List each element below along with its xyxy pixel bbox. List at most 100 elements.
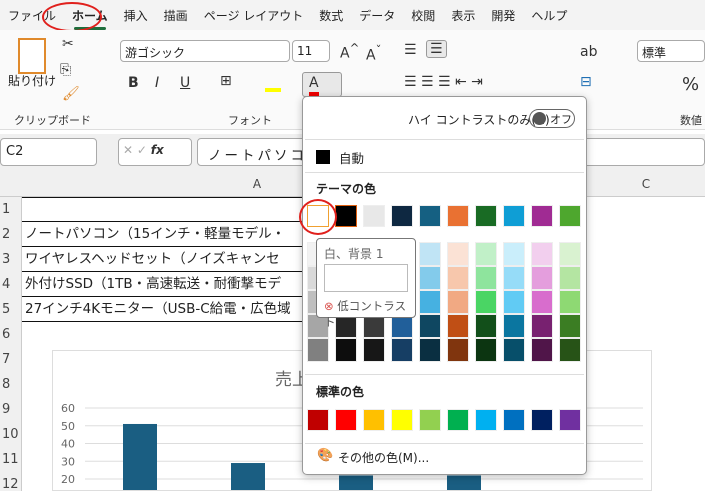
tab-3[interactable]: 描画 [156, 7, 196, 24]
theme-shade-swatch[interactable] [559, 338, 581, 362]
theme-shade-swatch[interactable] [419, 314, 441, 338]
decrease-font-icon[interactable]: Aˇ [366, 43, 381, 64]
row-header[interactable]: 11 [0, 447, 22, 472]
standard-color-swatch[interactable] [559, 409, 581, 431]
align-middle-icon[interactable]: ☰ [426, 40, 447, 58]
fill-color-icon[interactable] [265, 74, 281, 92]
standard-color-swatch[interactable] [307, 409, 329, 431]
auto-color-swatch[interactable] [316, 150, 330, 164]
row-header[interactable]: 10 [0, 422, 22, 447]
borders-icon[interactable]: ⊞ [220, 73, 232, 89]
row-header[interactable]: 8 [0, 372, 22, 397]
more-colors-option[interactable]: その他の色(M)... [338, 449, 429, 466]
theme-shade-swatch[interactable] [531, 314, 553, 338]
tab-7[interactable]: 校閲 [403, 7, 443, 24]
row-header[interactable]: 6 [0, 322, 22, 347]
standard-color-swatch[interactable] [335, 409, 357, 431]
tab-2[interactable]: 挿入 [116, 7, 156, 24]
row-header[interactable]: 4 [0, 272, 22, 297]
theme-shade-swatch[interactable] [503, 314, 525, 338]
theme-shade-swatch[interactable] [419, 290, 441, 314]
row-header[interactable]: 3 [0, 247, 22, 272]
align-top-icon[interactable]: ☰ [404, 42, 417, 58]
theme-shade-swatch[interactable] [447, 290, 469, 314]
bar[interactable] [447, 475, 481, 490]
number-format-select[interactable]: 標準 [637, 40, 705, 62]
theme-shade-swatch[interactable] [391, 338, 413, 362]
theme-shade-swatch[interactable] [475, 338, 497, 362]
theme-color-swatch[interactable] [447, 205, 469, 227]
theme-shade-swatch[interactable] [307, 338, 329, 362]
theme-shade-swatch[interactable] [503, 242, 525, 266]
theme-shade-swatch[interactable] [559, 242, 581, 266]
font-name-select[interactable]: 游ゴシック [120, 40, 290, 62]
theme-shade-swatch[interactable] [503, 290, 525, 314]
row-header[interactable]: 1 [0, 197, 22, 222]
theme-color-swatch[interactable] [363, 205, 385, 227]
copy-icon[interactable]: ⎘ [60, 62, 71, 78]
theme-shade-swatch[interactable] [531, 290, 553, 314]
row-header[interactable]: 5 [0, 297, 22, 322]
theme-color-swatch[interactable] [531, 205, 553, 227]
theme-shade-swatch[interactable] [503, 266, 525, 290]
standard-color-swatch[interactable] [475, 409, 497, 431]
merge-icon[interactable]: ⊟ [580, 74, 592, 90]
italic-button[interactable]: I [155, 75, 159, 91]
bar[interactable] [231, 463, 265, 490]
theme-shade-swatch[interactable] [475, 314, 497, 338]
theme-color-swatch[interactable] [475, 205, 497, 227]
tab-10[interactable]: ヘルプ [523, 7, 575, 24]
theme-shade-swatch[interactable] [475, 290, 497, 314]
standard-color-swatch[interactable] [391, 409, 413, 431]
theme-shade-swatch[interactable] [447, 338, 469, 362]
tab-6[interactable]: データ [351, 7, 403, 24]
row-header[interactable]: 9 [0, 397, 22, 422]
standard-color-swatch[interactable] [531, 409, 553, 431]
theme-shade-swatch[interactable] [531, 242, 553, 266]
bar[interactable] [123, 423, 157, 490]
tab-5[interactable]: 数式 [311, 7, 351, 24]
standard-color-swatch[interactable] [447, 409, 469, 431]
font-color-button[interactable]: A [302, 72, 342, 97]
auto-color-option[interactable]: 自動 [339, 148, 364, 167]
wrap-text-icon[interactable]: ab [580, 44, 597, 60]
theme-color-swatch[interactable] [503, 205, 525, 227]
name-box[interactable]: C2 [0, 138, 97, 166]
tab-9[interactable]: 開発 [483, 7, 523, 24]
theme-shade-swatch[interactable] [559, 266, 581, 290]
theme-shade-swatch[interactable] [475, 266, 497, 290]
theme-shade-swatch[interactable] [335, 338, 357, 362]
paste-icon[interactable] [18, 38, 46, 74]
row-header[interactable]: 7 [0, 347, 22, 372]
theme-shade-swatch[interactable] [559, 314, 581, 338]
row-header[interactable]: 12 [0, 472, 22, 492]
theme-shade-swatch[interactable] [503, 338, 525, 362]
theme-shade-swatch[interactable] [363, 338, 385, 362]
theme-color-swatch[interactable] [391, 205, 413, 227]
theme-shade-swatch[interactable] [559, 290, 581, 314]
theme-color-swatch[interactable] [419, 205, 441, 227]
bar[interactable] [339, 475, 373, 490]
theme-shade-swatch[interactable] [475, 242, 497, 266]
font-size-select[interactable]: 11 [292, 40, 330, 62]
standard-color-swatch[interactable] [503, 409, 525, 431]
cut-icon[interactable]: ✂ [62, 36, 74, 52]
standard-color-swatch[interactable] [363, 409, 385, 431]
bold-button[interactable]: B [128, 75, 139, 91]
theme-shade-swatch[interactable] [447, 242, 469, 266]
theme-shade-swatch[interactable] [531, 338, 553, 362]
theme-shade-swatch[interactable] [447, 266, 469, 290]
standard-color-swatch[interactable] [419, 409, 441, 431]
theme-shade-swatch[interactable] [531, 266, 553, 290]
theme-shade-swatch[interactable] [419, 242, 441, 266]
increase-font-icon[interactable]: A^ [340, 41, 359, 62]
theme-shade-swatch[interactable] [419, 266, 441, 290]
percent-button[interactable]: % [682, 74, 699, 95]
underline-button[interactable]: U [180, 75, 190, 91]
paste-button[interactable]: 貼り付け [8, 72, 56, 89]
row-header[interactable]: 2 [0, 222, 22, 247]
theme-color-swatch[interactable] [559, 205, 581, 227]
select-all[interactable] [0, 172, 22, 197]
align-left-icon[interactable]: ☰ ☰ ☰ ⇤ ⇥ [404, 74, 483, 90]
theme-color-swatch[interactable] [335, 205, 357, 227]
